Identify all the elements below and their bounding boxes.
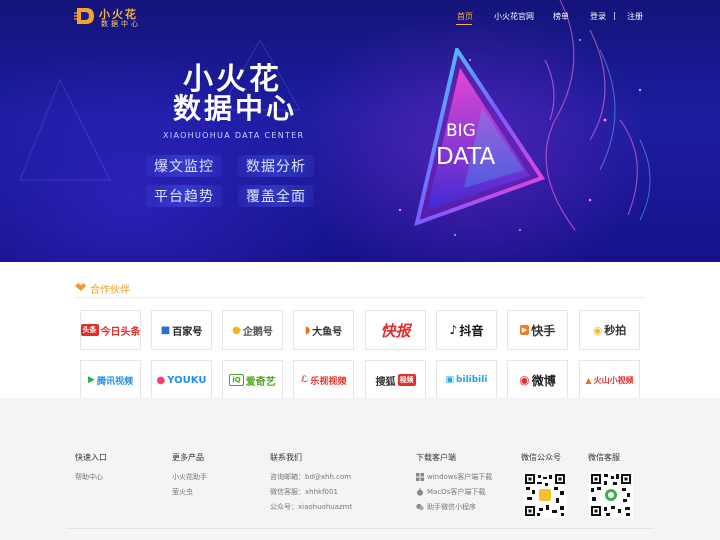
footer-assistant-link[interactable]: 小火花助手 bbox=[172, 472, 207, 482]
partner-youku[interactable]: ● YOUKU bbox=[151, 360, 212, 400]
letv-icon: ℒ bbox=[300, 375, 309, 385]
weibo-icon: ◉ bbox=[519, 373, 530, 387]
miaopai-icon: ◉ bbox=[592, 323, 603, 337]
partners-title: 合作伙伴 bbox=[90, 285, 130, 296]
logo-d-icon bbox=[74, 8, 94, 24]
pill-full-coverage: 覆盖全面 bbox=[238, 185, 314, 207]
nav-rankings[interactable]: 榜单 bbox=[553, 11, 569, 22]
nav-register[interactable]: 注册 bbox=[627, 11, 643, 22]
footer-products-title: 更多产品 bbox=[172, 453, 204, 462]
footer-wechat-service-title: 微信客服 bbox=[588, 453, 620, 462]
partner-miaopai[interactable]: ◉ 秒拍 bbox=[579, 310, 640, 350]
partner-iqiyi[interactable]: iQ 爱奇艺 bbox=[222, 360, 283, 400]
handshake-icon bbox=[75, 283, 86, 291]
youku-icon: ● bbox=[156, 374, 166, 386]
pill-platform-trends: 平台趋势 bbox=[146, 185, 222, 207]
footer bbox=[0, 398, 720, 540]
nav-separator: | bbox=[613, 11, 616, 20]
partner-baijiahao[interactable]: ■ 百家号 bbox=[151, 310, 212, 350]
big-label: BIG bbox=[446, 121, 476, 141]
kuaishou-icon: ▶ bbox=[519, 325, 530, 335]
partner-weibo[interactable]: ◉ 微博 bbox=[507, 360, 568, 400]
footer-contact-title: 联系我们 bbox=[270, 453, 302, 462]
partner-sohu-video[interactable]: 搜狐 视频 bbox=[365, 360, 426, 400]
dayu-icon: ◗ bbox=[304, 324, 311, 336]
logo-subtitle: 数据中心 bbox=[101, 20, 141, 28]
partners-divider bbox=[74, 297, 646, 298]
wechat-icon bbox=[416, 503, 424, 511]
footer-firefly-link[interactable]: 萤火虫 bbox=[172, 487, 193, 497]
partner-kuaibao[interactable]: 快报 bbox=[365, 310, 426, 350]
data-label: DATA bbox=[436, 144, 496, 170]
partner-huoshan[interactable]: ▲ 火山小视频 bbox=[579, 360, 640, 400]
pill-article-monitoring: 爆文监控 bbox=[146, 155, 222, 177]
footer-help-link[interactable]: 帮助中心 bbox=[75, 472, 103, 482]
logo[interactable]: 小火花 数据中心 bbox=[74, 5, 144, 28]
huoshan-icon: ▲ bbox=[585, 375, 592, 385]
tencent-video-icon: ▶ bbox=[88, 375, 95, 385]
hero-title-line2: 数据中心 bbox=[173, 92, 298, 125]
download-macos[interactable]: MacOs客户端下载 bbox=[416, 487, 485, 497]
nav-active-indicator bbox=[456, 24, 472, 25]
footer-wechat-public-title: 微信公众号 bbox=[521, 453, 561, 462]
baijiahao-icon: ■ bbox=[160, 324, 171, 336]
nav-login[interactable]: 登录 bbox=[590, 11, 606, 22]
footer-public-account: 公众号：xiaohuohuazmt bbox=[270, 503, 353, 511]
penguin-icon: ● bbox=[232, 324, 241, 336]
nav-official-site[interactable]: 小火花官网 bbox=[494, 11, 534, 22]
partner-toutiao[interactable]: 头条 今日头条 bbox=[80, 310, 141, 350]
footer-quick-title: 快速入口 bbox=[75, 453, 107, 462]
nav-home[interactable]: 首页 bbox=[457, 11, 473, 22]
footer-email: 咨询邮箱：bd@xhh.com bbox=[270, 473, 352, 481]
bilibili-tv-icon: ▣ bbox=[445, 375, 455, 385]
partner-dayuhao[interactable]: ◗ 大鱼号 bbox=[293, 310, 354, 350]
footer-wechat-service: 微信客服：xhhkf001 bbox=[270, 488, 338, 496]
big-data-triangle bbox=[414, 48, 546, 227]
pill-data-analysis: 数据分析 bbox=[238, 155, 314, 177]
apple-icon bbox=[417, 488, 423, 496]
hero-subtitle: XIAOHUOHUA DATA CENTER bbox=[163, 131, 305, 140]
footer-download-title: 下载客户端 bbox=[416, 453, 456, 462]
partner-bilibili[interactable]: ▣ bilibili bbox=[436, 360, 497, 400]
download-miniprogram[interactable]: 助手微信小程序 bbox=[416, 502, 476, 512]
partner-qiehao[interactable]: ● 企鹅号 bbox=[222, 310, 283, 350]
windows-icon bbox=[416, 473, 424, 481]
hero-banner: 小火花 数据中心 首页 小火花官网 榜单 登录 | 注册 小火花 数据中心 XI… bbox=[0, 0, 720, 262]
partner-douyin[interactable]: ♪ 抖音 bbox=[436, 310, 497, 350]
iqiyi-icon: iQ bbox=[229, 374, 244, 386]
hero-decoration bbox=[19, 0, 651, 236]
partner-tencent-video[interactable]: ▶ 腾讯视频 bbox=[80, 360, 141, 400]
partner-kuaishou[interactable]: ▶ 快手 bbox=[507, 310, 568, 350]
footer-divider bbox=[66, 528, 654, 529]
download-windows[interactable]: windows客户端下载 bbox=[416, 472, 492, 482]
wechat-public-qr-code bbox=[523, 472, 567, 518]
wechat-service-qr-code bbox=[589, 472, 633, 518]
top-header: 小火花 数据中心 首页 小火花官网 榜单 登录 | 注册 bbox=[0, 0, 720, 32]
partner-letv[interactable]: ℒ 乐视视频 bbox=[293, 360, 354, 400]
douyin-icon: ♪ bbox=[449, 323, 458, 337]
